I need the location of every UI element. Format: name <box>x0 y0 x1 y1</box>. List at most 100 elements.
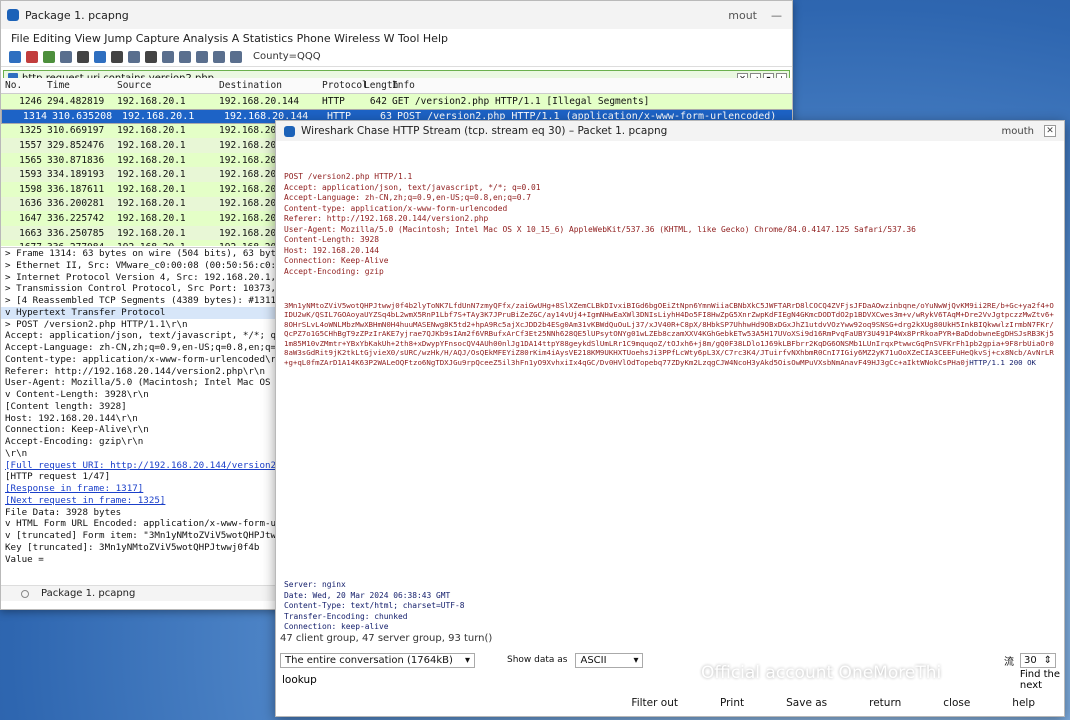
col-time[interactable]: Time <box>47 80 117 91</box>
packet-cell-time: 294.482819 <box>47 95 105 107</box>
packet-cell-no: 1647 <box>19 212 42 224</box>
request-header-line: Content-type: application/x-www-form-url… <box>284 203 508 213</box>
packet-cell-time: 336.200281 <box>47 198 105 210</box>
packet-cell-src: 192.168.20.1 <box>117 212 186 224</box>
packet-cell-time: 310.669197 <box>47 125 105 137</box>
shark-fin-start-icon[interactable] <box>9 50 21 63</box>
packet-cell-time: 336.225742 <box>47 212 105 224</box>
packet-cell-src: 192.168.20.1 <box>117 183 186 195</box>
find-next-button[interactable]: Find the next <box>1020 669 1060 691</box>
help-button[interactable]: help <box>999 694 1048 712</box>
wechat-logo-icon <box>667 662 693 684</box>
stream-window-controls: mouth ✕ <box>1002 125 1064 137</box>
stream-label: 流 <box>1004 656 1014 668</box>
packet-cell-src: 192.168.20.1 <box>117 154 186 166</box>
packet-cell-no: 1325 <box>19 125 42 137</box>
save-as-button[interactable]: Save as <box>773 694 840 712</box>
request-header-line: POST /version2.php HTTP/1.1 <box>284 172 413 181</box>
packet-row[interactable]: 1246 294.482819 192.168.20.1 192.168.20.144… <box>1 94 792 109</box>
close-file-icon[interactable] <box>111 50 123 63</box>
packet-cell-no: 1636 <box>19 198 42 210</box>
packet-cell-no: 1314 <box>22 110 47 122</box>
response-line: Date: Wed, 20 Mar 2024 06:38:43 GMT <box>284 590 451 600</box>
status-indicator-icon <box>21 589 29 598</box>
find-packet-icon[interactable] <box>145 50 157 63</box>
go-to-packet-icon[interactable] <box>196 50 208 63</box>
close-icon[interactable]: ✕ <box>1044 125 1056 137</box>
col-info[interactable]: Info <box>392 80 792 91</box>
data-format-select[interactable]: ASCII ▾ <box>575 652 644 668</box>
return-button[interactable]: return <box>856 694 914 712</box>
main-title-bar: Package 1. pcapng mout — <box>1 1 792 29</box>
stream-number-spinner[interactable]: 30 ⇕ <box>1020 652 1056 668</box>
packet-cell-time: 336.187611 <box>47 183 105 195</box>
stream-content[interactable]: POST /version2.php HTTP/1.1 Accept: appli… <box>284 151 1054 631</box>
col-destination[interactable]: Destination <box>219 80 322 91</box>
packet-list-header: No. Time Source Destination Protocol Len… <box>1 78 792 94</box>
packet-cell-no: 1246 <box>19 95 42 107</box>
conversation-select[interactable]: The entire conversation (1764kB) ▾ <box>280 652 475 668</box>
watermark: Official account OneMoreThi <box>667 662 941 684</box>
window-controls: mout — <box>728 9 792 22</box>
response-status-line: HTTP/1.1 200 OK <box>969 357 1036 367</box>
menu-bar[interactable]: File Editing View Jump Capture Analysis … <box>1 29 792 47</box>
wireshark-logo-icon <box>7 9 19 21</box>
packet-cell-time: 310.635208 <box>52 110 113 122</box>
conversation-value: The entire conversation (1764kB) <box>285 654 453 666</box>
request-header-line: Accept-Encoding: gzip <box>284 266 384 276</box>
request-header-line: Accept-Language: zh-CN,zh;q=0.9,en-US;q=… <box>284 193 532 202</box>
packet-cell-no: 1677 <box>1 242 47 246</box>
go-back-icon[interactable] <box>162 50 174 63</box>
packet-cell-src: 192.168.20.1 <box>122 110 195 122</box>
packet-cell-src: 192.168.20.1 <box>117 95 186 107</box>
response-line: Server: nginx <box>284 580 346 589</box>
status-file-name: Package 1. pcapng <box>41 588 136 599</box>
chevron-down-icon: ▾ <box>633 654 639 666</box>
packet-cell-proto: HTTP <box>322 95 345 107</box>
packet-cell-src: 192.168.20.1 <box>117 139 186 151</box>
stream-title-bar: Wireshark Chase HTTP Stream (tcp. stream… <box>276 121 1064 141</box>
response-line: Transfer-Encoding: chunked <box>284 611 408 621</box>
find-input[interactable]: lookup <box>280 672 700 688</box>
packet-cell-info: GET /version2.php HTTP/1.1 [Illegal Segm… <box>392 95 650 107</box>
restart-capture-icon[interactable] <box>43 50 55 63</box>
first-packet-icon[interactable] <box>213 50 225 63</box>
col-protocol[interactable]: Protocol <box>322 80 368 91</box>
col-source[interactable]: Source <box>117 80 219 91</box>
packet-cell-no: 1598 <box>19 183 42 195</box>
data-format-value: ASCII <box>580 654 607 666</box>
menu-items[interactable]: File Editing View Jump Capture Analysis … <box>11 32 448 45</box>
response-line: Connection: keep-alive <box>284 622 389 631</box>
last-packet-icon[interactable] <box>230 50 242 63</box>
show-data-label: Show data as <box>507 655 568 665</box>
request-header-line: User-Agent: Mozilla/5.0 (Macintosh; Inte… <box>284 224 916 234</box>
filter-out-button[interactable]: Filter out <box>618 694 691 712</box>
stream-stats: 47 client group, 47 server group, 93 tur… <box>280 633 493 644</box>
stream-title-right: mouth <box>1001 125 1034 137</box>
spinner-arrows-icon[interactable]: ⇕ <box>1044 655 1052 666</box>
response-line: Content-Type: text/html; charset=UTF-8 <box>284 601 465 610</box>
packet-cell-no: 1565 <box>19 154 42 166</box>
packet-cell-time: 334.189193 <box>47 169 105 181</box>
packet-cell-time: 336.250785 <box>47 227 105 239</box>
minimize-icon[interactable]: — <box>771 9 782 22</box>
main-toolbar: County=QQQ <box>1 47 792 67</box>
request-body: 3Mn1yNMtoZViV5wotQHPJtwwj0f4b2lyToNK7Lfd… <box>284 301 1054 367</box>
packet-cell-src: 192.168.20.1 <box>117 198 186 210</box>
stream-number-value: 30 <box>1024 654 1037 666</box>
packet-cell-no: 1593 <box>19 169 42 181</box>
reload-icon[interactable] <box>128 50 140 63</box>
save-file-icon[interactable] <box>94 50 106 63</box>
packet-cell-no: 1557 <box>19 139 42 151</box>
capture-options-icon[interactable] <box>60 50 72 63</box>
main-window-title: Package 1. pcapng <box>25 8 129 22</box>
go-forward-icon[interactable] <box>179 50 191 63</box>
col-no[interactable]: No. <box>1 80 47 91</box>
close-button[interactable]: close <box>930 694 983 712</box>
wireshark-logo-icon <box>284 125 295 137</box>
packet-cell-dst: 192.168.20.144 <box>219 95 300 107</box>
open-file-icon[interactable] <box>77 50 89 63</box>
col-length[interactable]: Length <box>364 80 398 91</box>
stop-capture-icon[interactable] <box>26 50 38 63</box>
print-button[interactable]: Print <box>707 694 757 712</box>
